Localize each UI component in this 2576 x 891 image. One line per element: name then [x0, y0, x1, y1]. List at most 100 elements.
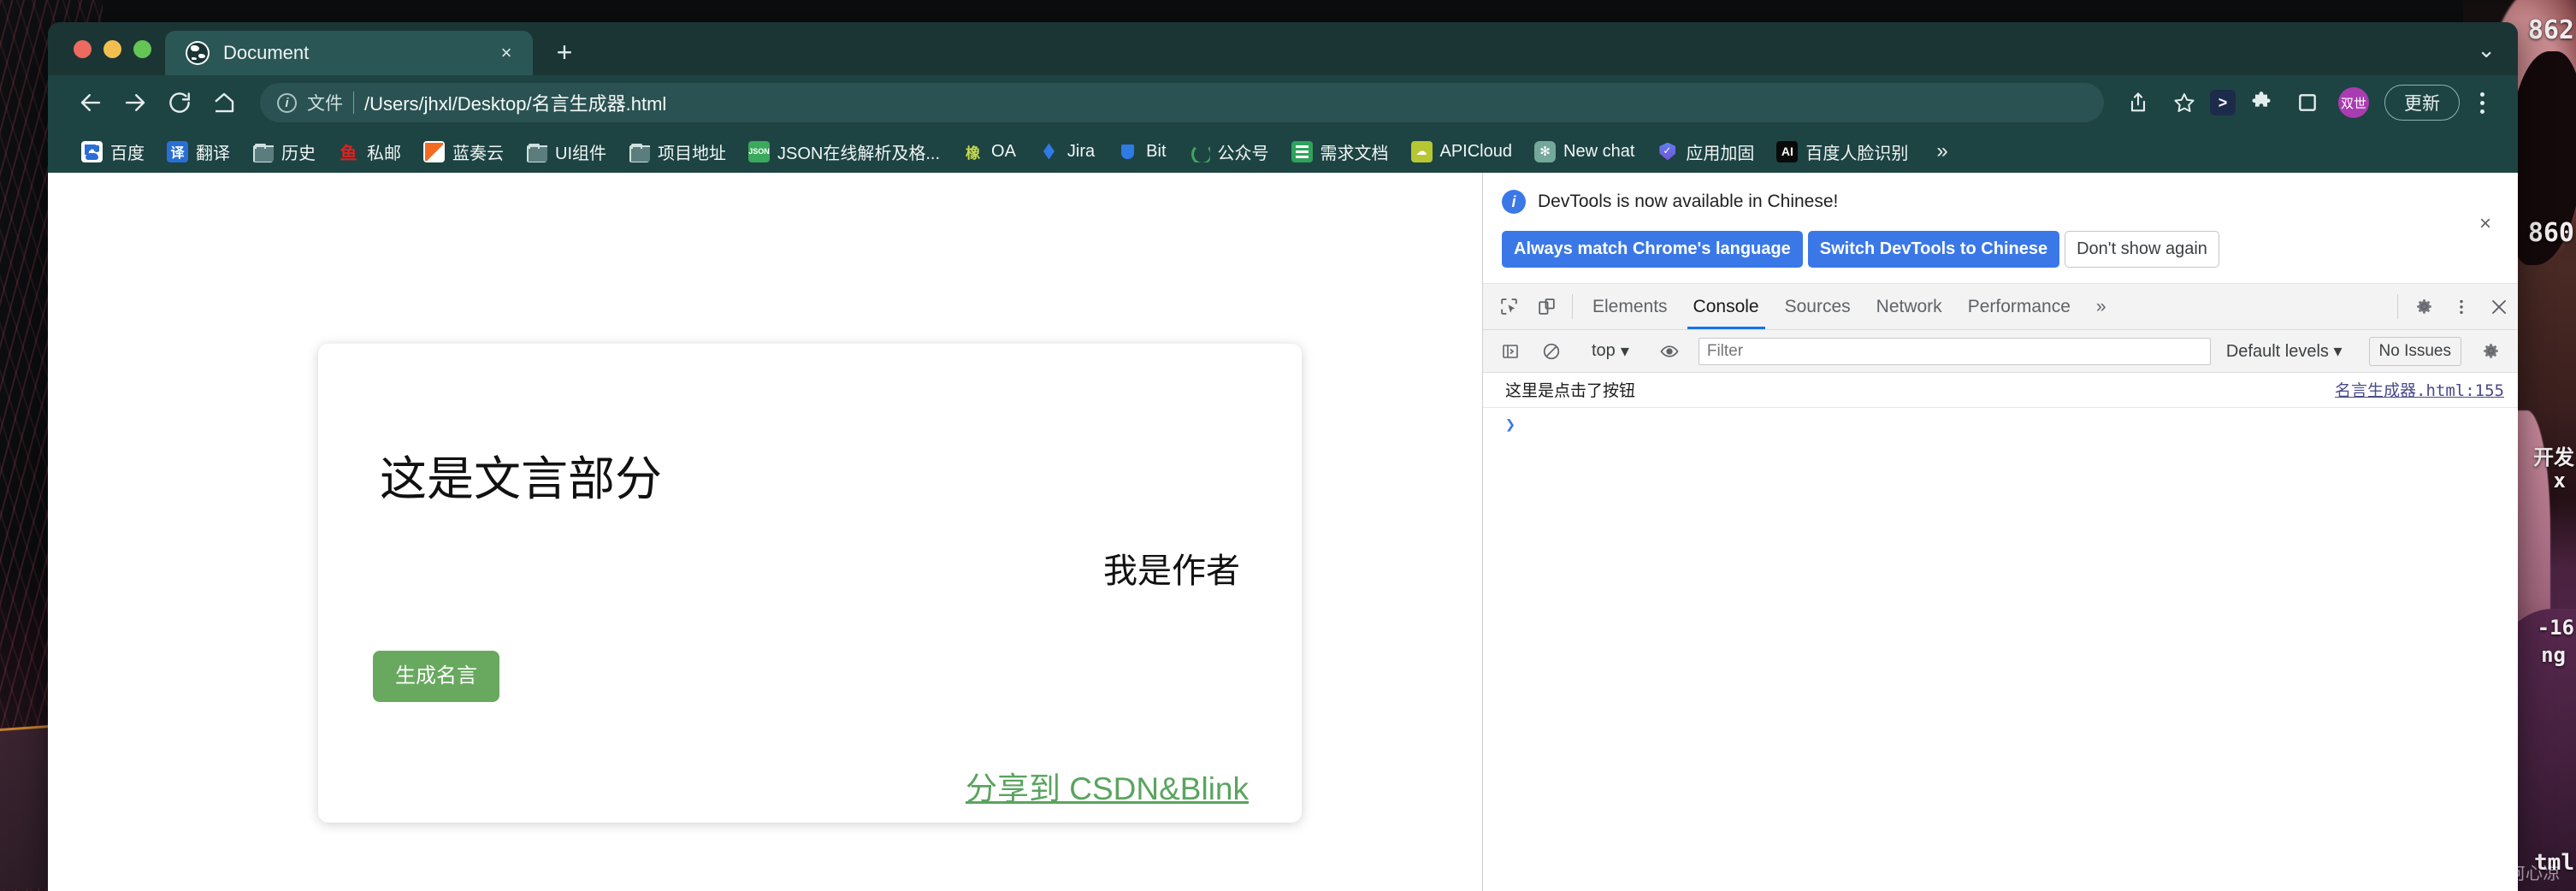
console-output[interactable]: 这里是点击了按钮 名言生成器.html:155 ❯: [1483, 373, 2518, 891]
tab-network[interactable]: Network: [1864, 284, 1955, 329]
devtools-panel: i DevTools is now available in Chinese! …: [1482, 173, 2518, 891]
share-icon[interactable]: [2118, 82, 2159, 123]
switch-devtools-chinese-button[interactable]: Switch DevTools to Chinese: [1807, 231, 2060, 268]
bookmark-label: 私邮: [367, 144, 401, 163]
chrome-menu-icon[interactable]: [2465, 84, 2499, 121]
avatar[interactable]: 双世: [2338, 87, 2369, 118]
gear-icon[interactable]: [2405, 284, 2443, 329]
close-window-button[interactable]: [74, 40, 92, 58]
bookmark-star-icon[interactable]: [2164, 82, 2205, 123]
bit-icon: [1117, 141, 1138, 162]
extensions-puzzle-icon[interactable]: [2241, 82, 2282, 123]
bookmark-requirements-doc[interactable]: 需求文档: [1280, 135, 1400, 168]
bookmark-baidu[interactable]: 百度: [70, 135, 156, 168]
notice-message: DevTools is now available in Chinese!: [1538, 192, 1839, 211]
bookmark-new-chat[interactable]: ✻ New chat: [1523, 137, 1645, 167]
back-button[interactable]: [70, 82, 111, 123]
bookmarks-overflow-icon[interactable]: »: [1924, 139, 1959, 163]
chevron-down-icon[interactable]: ⌄: [2477, 37, 2496, 62]
generate-quote-button[interactable]: 生成名言: [373, 651, 499, 702]
json-icon: JSON: [748, 140, 770, 162]
home-button[interactable]: [204, 82, 245, 123]
extension-icon-devtools[interactable]: [2210, 90, 2236, 115]
prompt-caret-icon: ❯: [1505, 414, 1516, 434]
bookmark-mail[interactable]: 鱼 私邮: [327, 135, 412, 168]
site-info-icon[interactable]: i: [277, 92, 297, 113]
tab-sources[interactable]: Sources: [1772, 284, 1864, 329]
background-text-4: x: [2553, 469, 2566, 493]
devtools-more-icon[interactable]: [2443, 284, 2480, 329]
live-expression-icon[interactable]: [1651, 341, 1688, 362]
folder-icon: [629, 141, 650, 162]
side-panel-icon[interactable]: [2287, 82, 2328, 123]
always-match-language-button[interactable]: Always match Chrome's language: [1502, 231, 1803, 268]
bookmark-history[interactable]: 历史: [241, 135, 327, 168]
bookmark-baidu-face[interactable]: AI 百度人脸识别: [1765, 135, 1919, 168]
reload-button[interactable]: [159, 82, 200, 123]
quote-card: 这是文言部分 我是作者 生成名言 分享到 CSDN&Blink: [318, 344, 1302, 823]
folder-icon: [526, 141, 547, 162]
close-tab-icon[interactable]: ×: [493, 40, 519, 66]
bookmark-oa[interactable]: 橡 OA: [951, 137, 1027, 167]
background-text-3: 开发: [2533, 446, 2574, 469]
log-levels-selector[interactable]: Default levels ▾: [2221, 340, 2348, 362]
quote-author: 我是作者: [1103, 552, 1240, 590]
translate-icon: 译: [167, 140, 188, 162]
sheets-icon: [1291, 140, 1313, 162]
address-bar[interactable]: i 文件 /Users/jhxl/Desktop/名言生成器.html: [260, 83, 2104, 122]
tab-elements[interactable]: Elements: [1580, 284, 1681, 329]
bookmark-apicloud[interactable]: ☁ APICloud: [1400, 137, 1524, 167]
console-filter-input[interactable]: [1698, 337, 2211, 365]
quote-text: 这是文言部分: [380, 452, 663, 505]
bookmark-label: Jira: [1066, 141, 1096, 161]
console-sidebar-toggle-icon[interactable]: [1492, 341, 1529, 362]
forward-button[interactable]: [115, 82, 156, 123]
maximize-window-button[interactable]: [133, 40, 151, 58]
bookmark-label: 翻译: [196, 144, 230, 163]
bookmark-json-parser[interactable]: JSON JSON在线解析及格...: [737, 135, 951, 168]
clear-console-icon[interactable]: [1533, 341, 1570, 362]
bookmark-bit[interactable]: Bit: [1106, 137, 1177, 167]
execution-context-selector[interactable]: top ▾: [1585, 340, 1636, 362]
bookmark-label: 应用加固: [1686, 144, 1755, 163]
tab-console[interactable]: Console: [1681, 284, 1772, 329]
share-to-csdn-link[interactable]: 分享到 CSDN&Blink: [966, 763, 1249, 809]
update-button[interactable]: 更新: [2384, 85, 2460, 121]
close-notice-icon[interactable]: ×: [2472, 210, 2499, 238]
browser-tab-document[interactable]: Document ×: [165, 31, 533, 75]
url-text: /Users/jhxl/Desktop/名言生成器.html: [364, 93, 667, 115]
bookmark-wechat-official[interactable]: 公众号: [1178, 135, 1280, 168]
tab-strip: Document × + ⌄: [48, 22, 2518, 75]
issues-button[interactable]: No Issues: [2368, 336, 2461, 366]
background-text-7: tml: [2534, 850, 2574, 876]
window-controls: [48, 40, 165, 75]
new-tab-button[interactable]: +: [545, 32, 584, 72]
log-source-link[interactable]: 名言生成器.html:155: [2335, 378, 2504, 401]
bookmark-label: 百度人脸识别: [1805, 144, 1909, 163]
minimize-window-button[interactable]: [103, 40, 121, 58]
console-log-row[interactable]: 这里是点击了按钮 名言生成器.html:155: [1483, 373, 2518, 408]
tab-title: Document: [223, 42, 310, 63]
mail-icon: 鱼: [340, 144, 357, 162]
device-toolbar-icon[interactable]: [1527, 284, 1565, 329]
tab-performance[interactable]: Performance: [1955, 284, 2083, 329]
bookmark-translate[interactable]: 译 翻译: [156, 135, 241, 168]
bookmark-lanzou[interactable]: 蓝奏云: [412, 135, 515, 168]
bookmark-label: OA: [991, 141, 1016, 161]
bookmark-label: 需求文档: [1320, 144, 1389, 163]
dont-show-again-button[interactable]: Don't show again: [2065, 231, 2219, 268]
console-prompt[interactable]: ❯: [1483, 408, 2518, 440]
bookmark-jira[interactable]: Jira: [1027, 137, 1106, 167]
inspect-element-icon[interactable]: [1490, 284, 1527, 329]
bookmark-ui-components[interactable]: UI组件: [515, 135, 617, 168]
jira-icon: [1038, 141, 1060, 162]
info-icon: i: [1502, 190, 1526, 214]
bookmark-label: 项目地址: [658, 144, 726, 163]
bookmark-project-address[interactable]: 项目地址: [617, 135, 737, 168]
bookmark-label: 公众号: [1217, 144, 1269, 163]
bookmark-label: Bit: [1146, 141, 1167, 161]
bookmark-app-hardening[interactable]: 应用加固: [1645, 135, 1765, 168]
close-devtools-icon[interactable]: [2480, 284, 2518, 329]
console-settings-gear-icon[interactable]: [2472, 340, 2509, 362]
tabs-overflow-icon[interactable]: »: [2083, 284, 2119, 329]
